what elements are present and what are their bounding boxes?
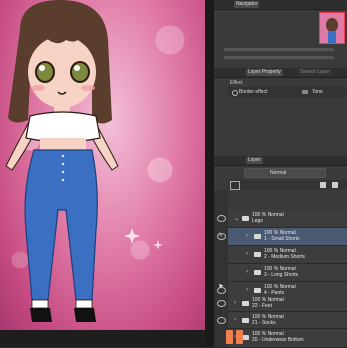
layer-header: Layer (214, 156, 347, 166)
tab-navigator[interactable]: Navigator (234, 1, 260, 8)
chevron-right-icon[interactable]: › (246, 287, 248, 293)
layer-name: 20 - Underwear Bottom (252, 337, 304, 343)
canvas-scroll-strip[interactable] (205, 0, 214, 347)
right-panel: Navigator Layer Property Search Layer Ef… (214, 0, 347, 348)
folder-icon (254, 234, 261, 239)
folder-icon (242, 216, 249, 221)
folder-icon (254, 270, 261, 275)
chevron-right-icon[interactable]: › (234, 317, 236, 323)
character-illustration (5, 0, 163, 322)
layer-color-tag[interactable] (236, 330, 243, 344)
tone-button[interactable]: Tone (312, 89, 323, 95)
blend-mode-value: Normal (270, 170, 287, 176)
tab-layer-property[interactable]: Layer Property (246, 69, 283, 76)
layer-row[interactable]: ⌄ 100 % Normal Legs (217, 210, 347, 228)
layer-row-selected[interactable]: › 100 % Normal 1 - Small Shorts (217, 228, 347, 246)
layer-name: 2 - Medium Shorts (264, 254, 305, 260)
layer-property-header: Layer Property Search Layer (214, 68, 347, 78)
tone-icon[interactable] (302, 90, 308, 94)
eye-icon[interactable] (217, 233, 226, 240)
zoom-slider[interactable] (224, 48, 334, 51)
border-effect-button[interactable]: Border effect (239, 89, 268, 95)
eye-icon[interactable] (217, 287, 226, 294)
layer-row[interactable]: › 100 % Normal 20 - Underwear Bottom (228, 329, 347, 348)
trash-icon[interactable] (332, 182, 338, 188)
folder-icon (254, 288, 261, 293)
layer-toolbar (228, 180, 347, 190)
layer-row[interactable]: › 100 % Normal 3 - Long Shorts (228, 264, 347, 282)
tab-search-layer[interactable]: Search Layer (298, 69, 332, 76)
sparkle-icon (124, 228, 163, 250)
new-layer-icon[interactable] (230, 181, 240, 190)
chevron-right-icon[interactable]: › (246, 233, 248, 239)
effect-row: Border effect Tone (228, 87, 347, 97)
layer-name: 22 - Feet (252, 303, 273, 309)
layer-row[interactable]: › 100 % Normal 21 - Socks (217, 312, 347, 329)
layer-name: 21 - Socks (252, 320, 276, 326)
eye-icon[interactable] (217, 317, 226, 324)
navigator-header: Navigator (214, 0, 347, 10)
folder-icon (242, 318, 249, 323)
layer-name: 3 - Long Shorts (264, 272, 299, 278)
rotate-slider[interactable] (224, 56, 334, 59)
chevron-right-icon[interactable]: › (246, 269, 248, 275)
layer-name: Legs (252, 218, 263, 224)
blend-mode-select[interactable]: Normal (244, 168, 326, 178)
chevron-down-icon[interactable]: ⌄ (234, 215, 239, 222)
folder-icon (254, 252, 261, 257)
layer-row[interactable]: › 100 % Normal 2 - Medium Shorts (228, 246, 347, 264)
eye-icon[interactable] (217, 215, 226, 222)
navigator-thumbnail[interactable] (319, 12, 345, 44)
lock-icon[interactable] (320, 182, 326, 188)
drawing-canvas[interactable] (0, 0, 214, 347)
folder-icon (242, 335, 249, 340)
border-effect-icon[interactable] (232, 90, 238, 96)
chevron-right-icon[interactable]: › (246, 251, 248, 257)
folder-icon (242, 301, 249, 306)
layer-name: 1 - Small Shorts (264, 236, 300, 242)
layer-color-tag[interactable] (226, 330, 233, 344)
chevron-right-icon[interactable]: › (234, 300, 236, 306)
artwork (0, 0, 205, 330)
eye-icon[interactable] (217, 300, 226, 307)
layer-row[interactable]: › 100 % Normal 22 - Feet (217, 295, 347, 312)
tab-layer[interactable]: Layer (246, 157, 263, 164)
effect-label: Effect (230, 80, 243, 86)
